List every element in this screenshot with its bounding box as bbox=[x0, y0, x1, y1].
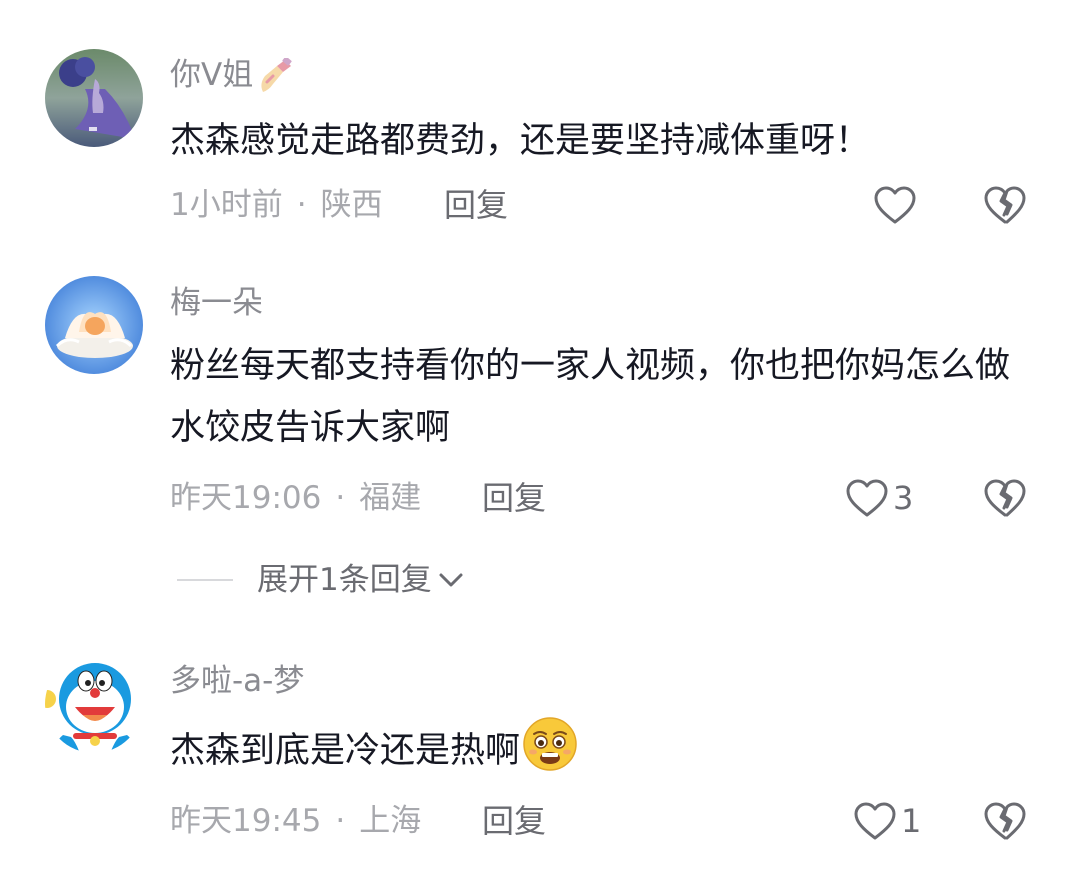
heart-icon bbox=[854, 802, 896, 840]
comment-time: 1小时前 bbox=[170, 187, 283, 223]
like-button[interactable]: 1 bbox=[853, 801, 921, 841]
reply-button[interactable]: 回复 bbox=[444, 185, 508, 225]
broken-heart-icon bbox=[984, 186, 1026, 224]
username-text[interactable]: 你V姐 bbox=[170, 57, 253, 93]
pleading-face-emoji-icon bbox=[523, 717, 577, 771]
comment-location: 上海 bbox=[359, 803, 422, 839]
comment-time: 昨天19:45 bbox=[170, 803, 322, 839]
comment-meta: 昨天19:06 · 福建 bbox=[170, 478, 421, 518]
expand-divider bbox=[177, 579, 233, 581]
dislike-button[interactable] bbox=[983, 185, 1027, 225]
meta-separator: · bbox=[335, 803, 346, 839]
avatar[interactable] bbox=[45, 655, 143, 753]
meta-separator: · bbox=[335, 480, 346, 516]
comment-meta: 昨天19:45 · 上海 bbox=[170, 801, 421, 841]
comment-content: 杰森感觉走路都费劲，还是要坚持减体重呀！ bbox=[170, 121, 871, 161]
comment-text: 杰森到底是冷还是热啊 bbox=[170, 731, 521, 771]
like-count: 1 bbox=[901, 802, 922, 840]
comment-username[interactable]: 梅一朵 bbox=[170, 283, 263, 323]
avatar[interactable] bbox=[45, 49, 143, 147]
expand-replies-label: 展开1条回复 bbox=[257, 562, 432, 598]
comment-content: 粉丝每天都支持看你的一家人视频，你也把你妈怎么做水饺皮告诉大家啊 bbox=[170, 346, 1011, 448]
reply-button[interactable]: 回复 bbox=[482, 478, 546, 518]
like-count: 3 bbox=[893, 479, 914, 517]
comment-meta: 1小时前 · 陕西 bbox=[170, 185, 383, 225]
heart-icon bbox=[846, 479, 888, 517]
broken-heart-icon bbox=[984, 802, 1026, 840]
heart-icon bbox=[874, 186, 916, 224]
like-button[interactable]: 3 bbox=[845, 478, 913, 518]
expand-replies-button[interactable]: 展开1条回复 bbox=[177, 560, 466, 600]
comment-time: 昨天19:06 bbox=[170, 480, 322, 516]
avatar-image bbox=[45, 276, 143, 374]
comment-content: 杰森到底是冷还是热啊 bbox=[170, 716, 1040, 782]
avatar-image bbox=[45, 655, 143, 753]
broken-heart-icon bbox=[984, 479, 1026, 517]
dislike-button[interactable] bbox=[983, 478, 1027, 518]
like-button[interactable] bbox=[873, 185, 921, 225]
comment-username[interactable]: 多啦-a-梦 bbox=[170, 661, 304, 701]
chevron-down-icon bbox=[439, 573, 463, 587]
comment-location: 陕西 bbox=[320, 187, 383, 223]
meta-separator: · bbox=[296, 187, 307, 223]
comment-username[interactable]: 你V姐 bbox=[170, 55, 295, 96]
dislike-button[interactable] bbox=[983, 801, 1027, 841]
nail-polish-emoji-icon bbox=[261, 57, 292, 92]
avatar-image bbox=[45, 49, 143, 147]
reply-button[interactable]: 回复 bbox=[482, 801, 546, 841]
avatar[interactable] bbox=[45, 276, 143, 374]
comment-location: 福建 bbox=[359, 480, 422, 516]
